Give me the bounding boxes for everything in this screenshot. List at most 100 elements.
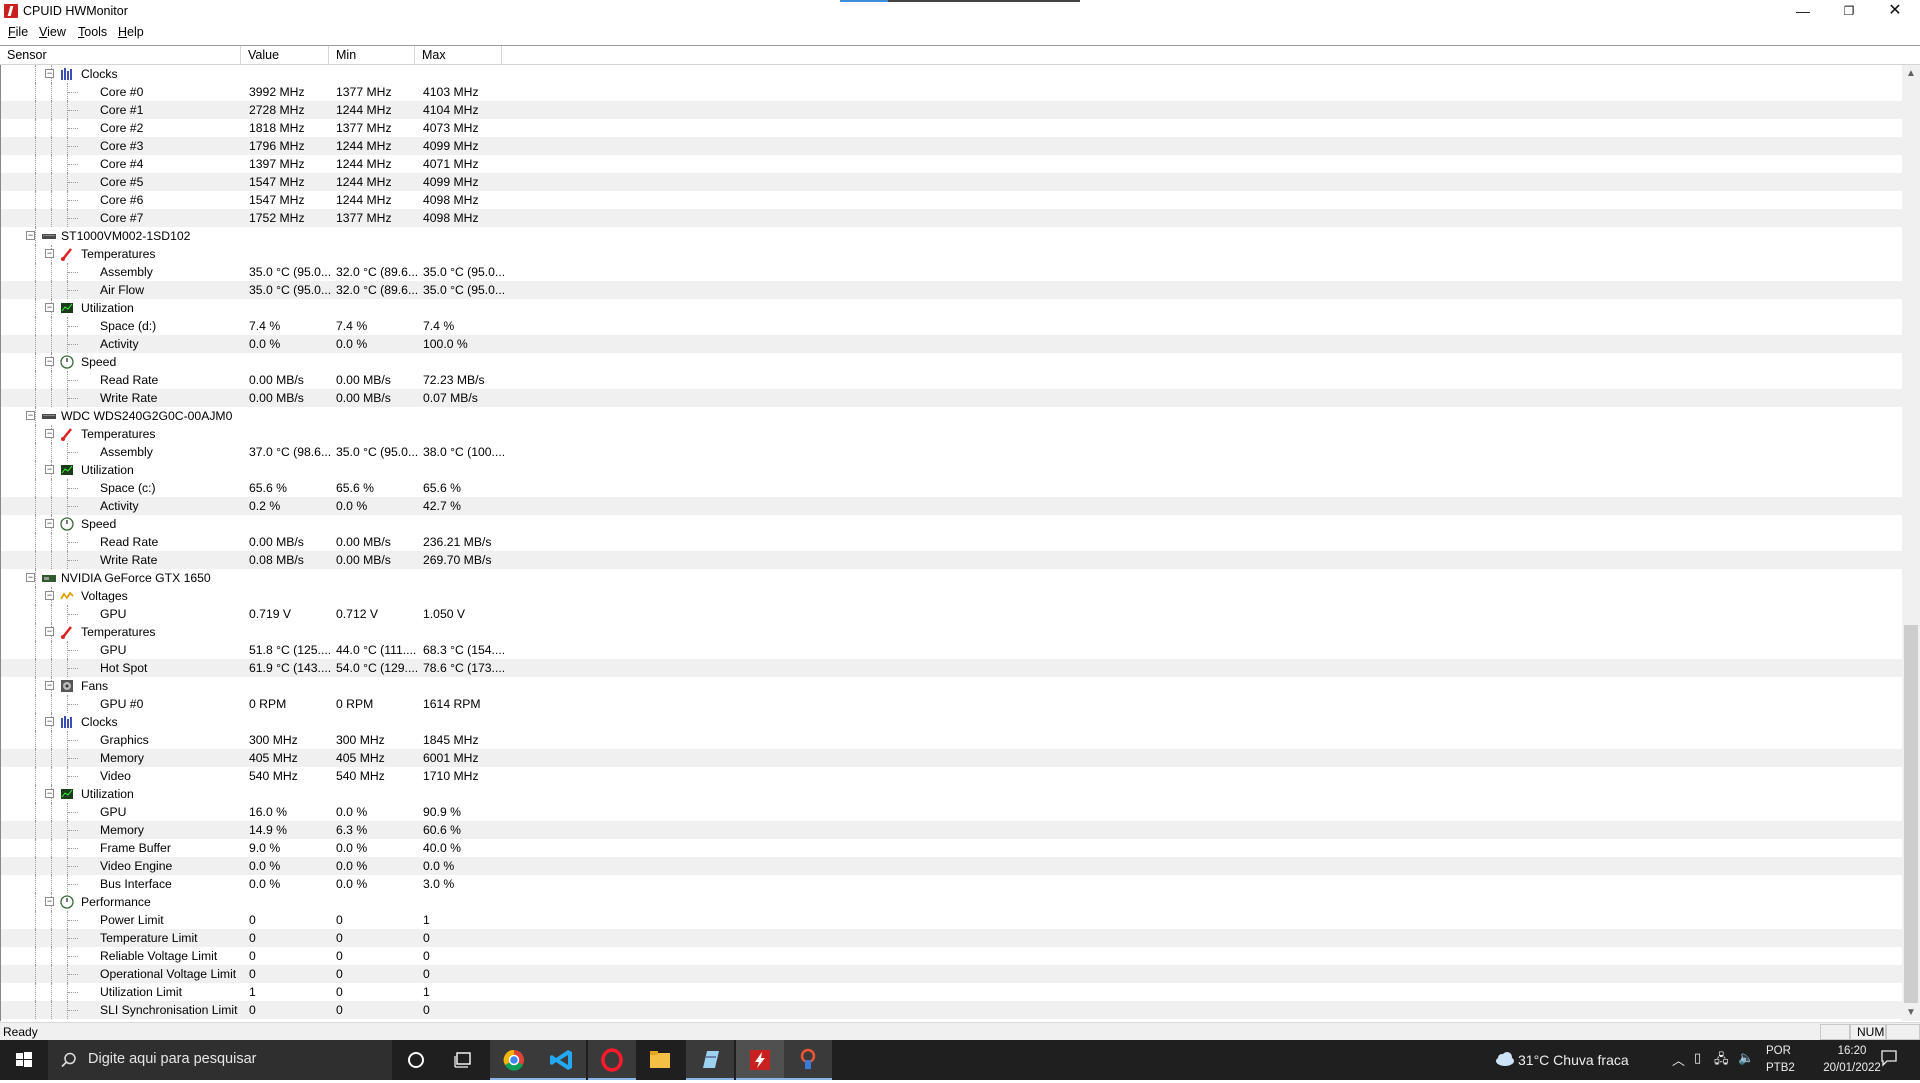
sensor-tree[interactable]: − Clocks Core #0 3992 MHz 1377 MHz 4103 MHz Co… [0, 65, 1902, 1021]
sensor-row[interactable]: Core #3 1796 MHz 1244 MHz 4099 MHz [1, 137, 1902, 155]
sensor-row[interactable]: Frame Buffer 9.0 % 0.0 % 40.0 % [1, 839, 1902, 857]
collapse-toggle-icon[interactable]: − [45, 69, 54, 78]
sensor-group-node[interactable]: − Voltages [1, 587, 1902, 605]
collapse-toggle-icon[interactable]: − [45, 897, 54, 906]
sensor-row[interactable]: Video 540 MHz 540 MHz 1710 MHz [1, 767, 1902, 785]
collapse-toggle-icon[interactable]: − [26, 411, 35, 420]
sensor-group-node[interactable]: − Speed [1, 515, 1902, 533]
sensor-row[interactable]: Write Rate 0.00 MB/s 0.00 MB/s 0.07 MB/s [1, 389, 1902, 407]
paint-icon[interactable] [784, 1040, 832, 1080]
collapse-toggle-icon[interactable]: − [45, 717, 54, 726]
sensor-group-node[interactable]: − Speed [1, 353, 1902, 371]
vscode-icon[interactable] [538, 1040, 586, 1080]
taskbar-search-box[interactable]: Digite aqui para pesquisar [48, 1040, 392, 1080]
collapse-toggle-icon[interactable]: − [45, 303, 54, 312]
sensor-row[interactable]: Core #6 1547 MHz 1244 MHz 4098 MHz [1, 191, 1902, 209]
collapse-toggle-icon[interactable]: − [45, 429, 54, 438]
sensor-row[interactable]: Graphics 300 MHz 300 MHz 1845 MHz [1, 731, 1902, 749]
file-explorer-icon[interactable] [636, 1040, 684, 1080]
sensor-row[interactable]: Core #4 1397 MHz 1244 MHz 4071 MHz [1, 155, 1902, 173]
sensor-row[interactable]: GPU #0 0 RPM 0 RPM 1614 RPM [1, 695, 1902, 713]
sensor-row[interactable]: Temperature Limit 0 0 0 [1, 929, 1902, 947]
sensor-row[interactable]: Activity 0.2 % 0.0 % 42.7 % [1, 497, 1902, 515]
close-button[interactable]: ✕ [1872, 0, 1918, 22]
sensor-group-node[interactable]: − Fans [1, 677, 1902, 695]
sensor-row[interactable]: Hot Spot 61.9 °C (143.... 54.0 °C (129....… [1, 659, 1902, 677]
sensor-row[interactable]: Memory 14.9 % 6.3 % 60.6 % [1, 821, 1902, 839]
sensor-row[interactable]: Space (c:) 65.6 % 65.6 % 65.6 % [1, 479, 1902, 497]
sensor-row[interactable]: Operational Voltage Limit 0 0 0 [1, 965, 1902, 983]
sensor-row[interactable]: Assembly 37.0 °C (98.6... 35.0 °C (95.0...… [1, 443, 1902, 461]
collapse-toggle-icon[interactable]: − [45, 591, 54, 600]
sensor-row[interactable]: Power Limit 0 0 1 [1, 911, 1902, 929]
sensor-group-node[interactable]: − Performance [1, 893, 1902, 911]
cortana-icon[interactable] [392, 1040, 440, 1080]
task-view-icon[interactable] [440, 1040, 488, 1080]
collapse-toggle-icon[interactable]: − [45, 465, 54, 474]
sensor-row[interactable]: Reliable Voltage Limit 0 0 0 [1, 947, 1902, 965]
sensor-group-node[interactable]: − Temperatures [1, 425, 1902, 443]
collapse-toggle-icon[interactable]: − [45, 357, 54, 366]
show-hidden-icons-chevron-icon[interactable]: ︿ [1672, 1050, 1685, 1069]
device-node[interactable]: − WDC WDS240G2G0C-00AJM0 [1, 407, 1902, 425]
notepad-icon[interactable] [686, 1040, 734, 1080]
windows-start-icon[interactable] [0, 1040, 48, 1080]
column-max[interactable]: Max [415, 46, 502, 65]
sensor-group-node[interactable]: − Clocks [1, 713, 1902, 731]
sensor-group-node[interactable]: − Utilization [1, 785, 1902, 803]
sensor-row[interactable]: GPU 16.0 % 0.0 % 90.9 % [1, 803, 1902, 821]
opera-icon[interactable] [588, 1040, 636, 1080]
sensor-row[interactable]: Utilization Limit 1 0 1 [1, 983, 1902, 1001]
input-language[interactable]: POR [1766, 1045, 1791, 1057]
sensor-row[interactable]: Core #2 1818 MHz 1377 MHz 4073 MHz [1, 119, 1902, 137]
chrome-icon[interactable] [490, 1040, 538, 1080]
clock-time[interactable]: 16:20 [1820, 1045, 1884, 1057]
sensor-row[interactable]: Space (d:) 7.4 % 7.4 % 7.4 % [1, 317, 1902, 335]
collapse-toggle-icon[interactable]: − [26, 573, 35, 582]
restore-button[interactable]: ❐ [1826, 0, 1872, 22]
collapse-toggle-icon[interactable]: − [45, 681, 54, 690]
vertical-scrollbar[interactable]: ▲ ▼ [1902, 65, 1920, 1021]
sensor-row[interactable]: Bus Interface 0.0 % 0.0 % 3.0 % [1, 875, 1902, 893]
device-node[interactable]: − NVIDIA GeForce GTX 1650 [1, 569, 1902, 587]
column-min[interactable]: Min [329, 46, 415, 65]
menu-help[interactable]: Help [118, 25, 144, 39]
collapse-toggle-icon[interactable]: − [45, 789, 54, 798]
device-node[interactable]: − ST1000VM002-1SD102 [1, 227, 1902, 245]
clock-date[interactable]: 20/01/2022 [1820, 1062, 1884, 1074]
weather-cloud-icon[interactable] [1494, 1051, 1516, 1070]
sensor-row[interactable]: Core #1 2728 MHz 1244 MHz 4104 MHz [1, 101, 1902, 119]
menu-view[interactable]: View [39, 25, 66, 39]
collapse-toggle-icon[interactable]: − [26, 231, 35, 240]
sensor-group-node[interactable]: − Utilization [1, 461, 1902, 479]
weather-text[interactable]: 31°C Chuva fraca [1518, 1052, 1629, 1068]
menu-file[interactable]: File [8, 25, 28, 39]
column-sensor[interactable]: Sensor [0, 46, 241, 65]
sensor-row[interactable]: Video Engine 0.0 % 0.0 % 0.0 % [1, 857, 1902, 875]
sensor-row[interactable]: Air Flow 35.0 °C (95.0... 32.0 °C (89.6...… [1, 281, 1902, 299]
sensor-row[interactable]: Core #5 1547 MHz 1244 MHz 4099 MHz [1, 173, 1902, 191]
sensor-group-node[interactable]: − Utilization [1, 299, 1902, 317]
scroll-up-arrow-icon[interactable]: ▲ [1902, 65, 1920, 82]
sensor-group-node[interactable]: − Temperatures [1, 623, 1902, 641]
collapse-toggle-icon[interactable]: − [45, 249, 54, 258]
sensor-row[interactable]: Assembly 35.0 °C (95.0... 32.0 °C (89.6...… [1, 263, 1902, 281]
sensor-row[interactable]: Core #0 3992 MHz 1377 MHz 4103 MHz [1, 83, 1902, 101]
sensor-row[interactable]: GPU 51.8 °C (125.... 44.0 °C (111.... 68.3 … [1, 641, 1902, 659]
scroll-down-arrow-icon[interactable]: ▼ [1902, 1004, 1920, 1021]
sensor-group-node[interactable]: − Clocks [1, 65, 1902, 83]
volume-icon[interactable]: 🔈 [1738, 1050, 1754, 1066]
network-icon[interactable]: 🖧 [1714, 1050, 1729, 1072]
collapse-toggle-icon[interactable]: − [45, 519, 54, 528]
keyboard-layout[interactable]: PTB2 [1766, 1062, 1795, 1074]
sensor-row[interactable]: Core #7 1752 MHz 1377 MHz 4098 MHz [1, 209, 1902, 227]
hwmonitor-taskbar-icon[interactable] [736, 1040, 784, 1080]
scrollbar-thumb[interactable] [1904, 625, 1918, 1003]
sensor-row[interactable]: Write Rate 0.08 MB/s 0.00 MB/s 269.70 MB/s [1, 551, 1902, 569]
sensor-row[interactable]: Read Rate 0.00 MB/s 0.00 MB/s 236.21 MB/s [1, 533, 1902, 551]
column-value[interactable]: Value [241, 46, 329, 65]
sensor-row[interactable]: Memory 405 MHz 405 MHz 6001 MHz [1, 749, 1902, 767]
sensor-row[interactable]: SLI Synchronisation Limit 0 0 0 [1, 1001, 1902, 1019]
sensor-row[interactable]: Activity 0.0 % 0.0 % 100.0 % [1, 335, 1902, 353]
notification-center-icon[interactable] [1880, 1049, 1898, 1071]
